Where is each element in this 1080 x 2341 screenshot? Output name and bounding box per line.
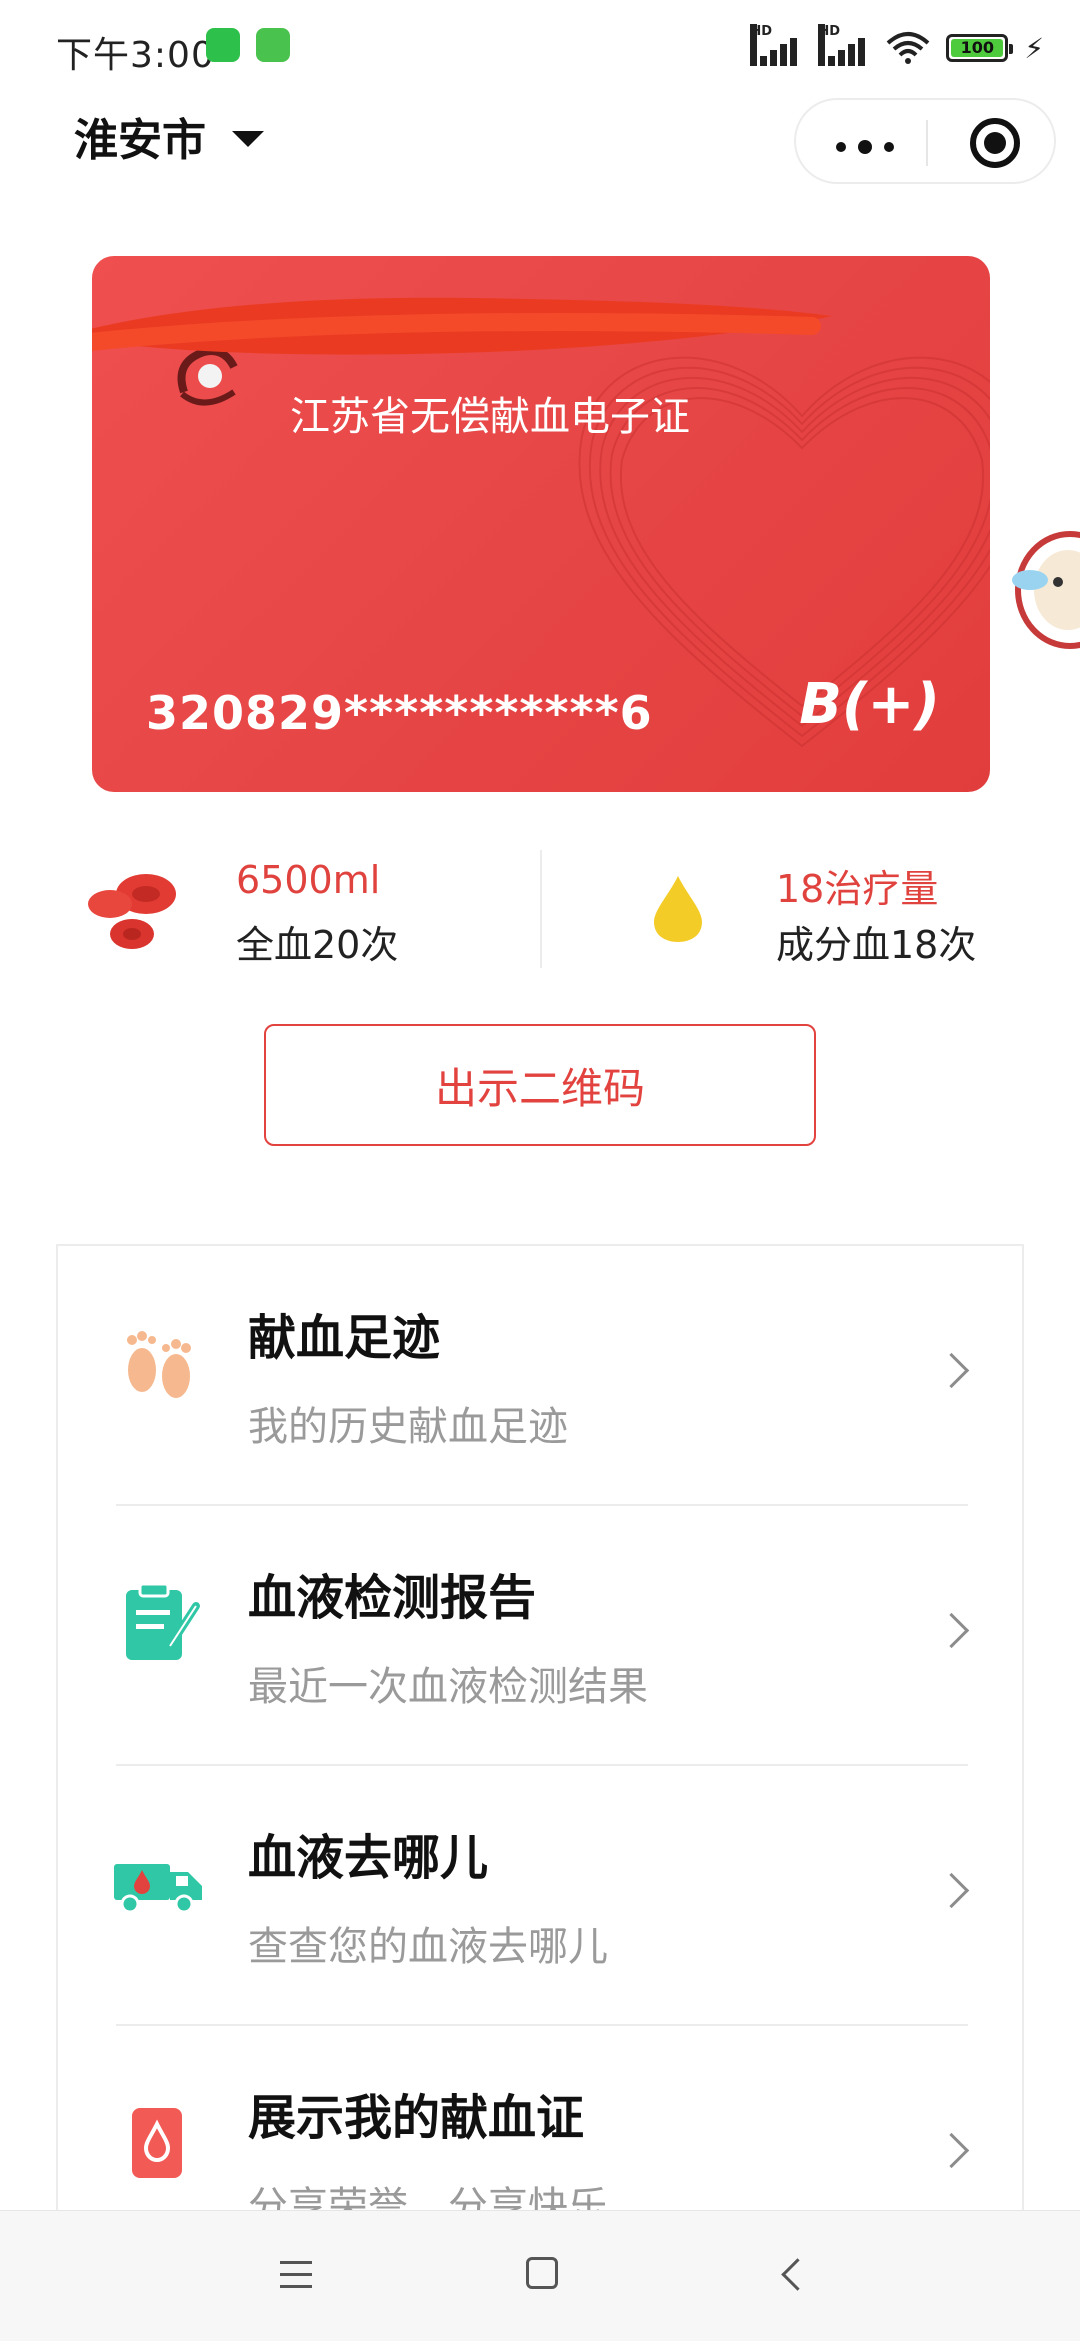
- signal-icon: HD: [750, 24, 802, 66]
- back-button[interactable]: [781, 2258, 814, 2291]
- miniapp-capsule: [794, 98, 1056, 184]
- app-icon: [256, 28, 290, 62]
- whole-blood-count: 全血20次: [236, 923, 399, 967]
- component-blood-count: 成分血18次: [776, 923, 977, 967]
- blood-drop-icon: [132, 2108, 182, 2178]
- city-selector[interactable]: 淮安市: [74, 104, 264, 168]
- charging-icon: ⚡: [1024, 31, 1044, 65]
- list-item-blood-destination[interactable]: 血液去哪儿 查查您的血液去哪儿: [58, 1766, 1022, 2026]
- id-number: 320829***********6: [146, 686, 653, 740]
- stats-divider: [540, 850, 542, 968]
- item-title: 血液去哪儿: [248, 1830, 489, 1886]
- show-qr-code-button[interactable]: 出示二维码: [264, 1024, 816, 1146]
- truck-icon: [114, 1864, 202, 1914]
- more-button[interactable]: [836, 140, 894, 154]
- report-icon: [126, 1582, 200, 1660]
- footprints-icon: [127, 1331, 191, 1398]
- item-subtitle: 查查您的血液去哪儿: [248, 1924, 608, 1970]
- blood-donation-card[interactable]: 江苏省无偿献血电子证 320829***********6 B(+): [92, 256, 990, 792]
- status-time: 下午3:00: [56, 35, 215, 76]
- component-blood-volume: 18治疗量: [776, 867, 939, 911]
- home-button[interactable]: [526, 2257, 558, 2289]
- item-title: 展示我的献血证: [248, 2090, 585, 2146]
- list-item-test-report[interactable]: 血液检测报告 最近一次血液检测结果: [58, 1506, 1022, 1766]
- item-title: 血液检测报告: [248, 1570, 537, 1626]
- chevron-down-icon: [232, 131, 264, 147]
- signal-icon: HD: [818, 24, 870, 66]
- plasma-drop-icon: [654, 876, 702, 942]
- list-item-footprints[interactable]: 献血足迹 我的历史献血足迹: [58, 1246, 1022, 1506]
- chevron-right-icon: [933, 1352, 970, 1389]
- red-blood-cells-icon: [88, 874, 176, 949]
- service-list: 献血足迹 我的历史献血足迹 血液检测报告 最近一次血液检测结果 血液去哪儿 查查…: [56, 1244, 1024, 2244]
- wechat-icon: [206, 28, 240, 62]
- blood-type: B(+): [799, 672, 940, 737]
- close-miniapp-button[interactable]: [970, 118, 1020, 168]
- wifi-icon: [886, 32, 930, 64]
- item-subtitle: 最近一次血液检测结果: [248, 1664, 648, 1710]
- redaction-mark: [92, 297, 832, 355]
- item-subtitle: 我的历史献血足迹: [248, 1404, 568, 1450]
- whole-blood-volume: 6500ml: [236, 858, 381, 902]
- city-name: 淮安市: [74, 115, 206, 166]
- chevron-right-icon: [933, 1872, 970, 1909]
- chevron-right-icon: [933, 2132, 970, 2169]
- item-title: 献血足迹: [248, 1310, 441, 1366]
- menu-icon[interactable]: [280, 2261, 312, 2297]
- card-title: 江苏省无偿献血电子证: [290, 394, 690, 440]
- system-nav-bar: [0, 2210, 1080, 2341]
- chevron-right-icon: [933, 1612, 970, 1649]
- status-bar: 下午3:00 HD HD 100 ⚡: [0, 0, 1080, 92]
- qr-button-label: 出示二维码: [434, 1063, 645, 1113]
- mascot-icon[interactable]: [1010, 530, 1080, 650]
- battery-icon: 100: [946, 34, 1014, 62]
